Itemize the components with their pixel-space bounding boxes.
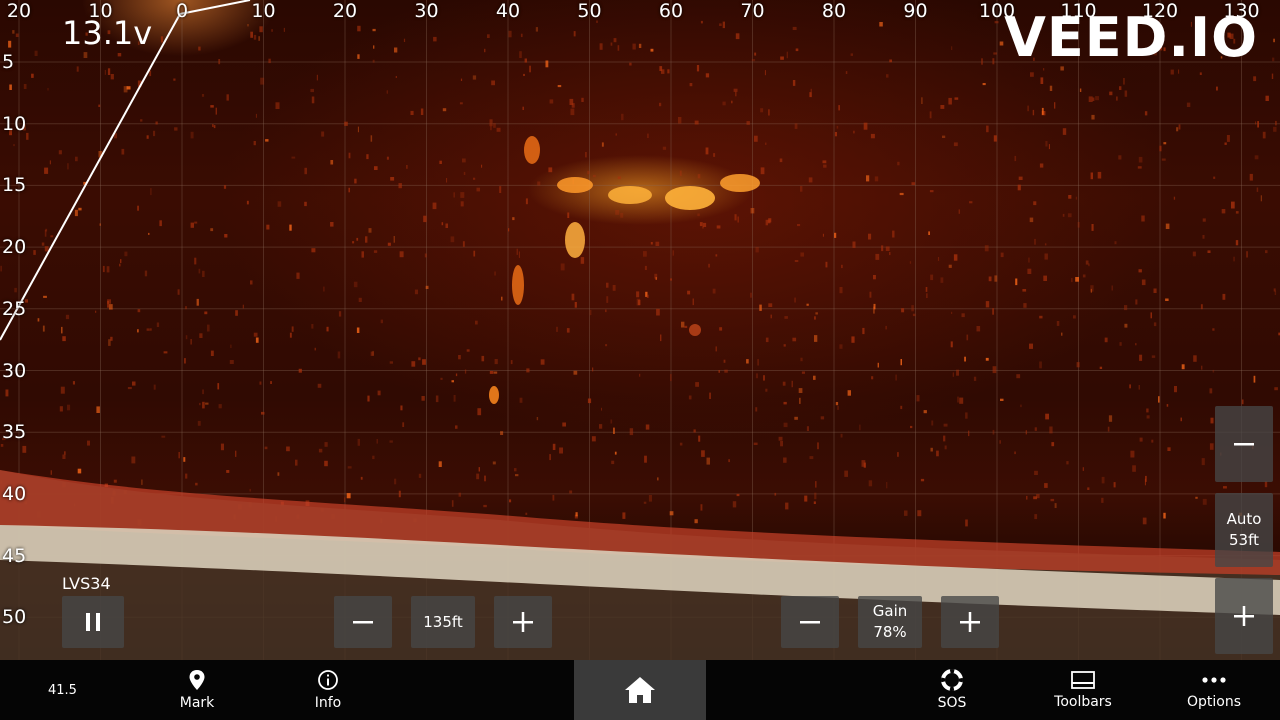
sonar-canvas bbox=[0, 0, 1280, 660]
source-label: LVS34 bbox=[62, 574, 111, 593]
home-icon bbox=[625, 677, 655, 703]
minus-icon bbox=[353, 621, 373, 624]
depth-scale-tick: 50 bbox=[2, 606, 27, 629]
range-increase-button[interactable] bbox=[494, 596, 552, 648]
lifebuoy-icon bbox=[941, 669, 963, 691]
sos-button[interactable]: SOS bbox=[912, 660, 992, 720]
info-label: Info bbox=[314, 695, 342, 711]
gain-value: Gain 78% bbox=[858, 596, 922, 648]
sos-label: SOS bbox=[937, 695, 967, 711]
beam-edge-right bbox=[179, 0, 251, 15]
depth-auto-value: 53ft bbox=[1229, 531, 1259, 549]
top-scale-tick: 20 bbox=[332, 0, 358, 22]
watermark: VEED.IO bbox=[1004, 6, 1258, 69]
depth-scale-tick: 25 bbox=[2, 297, 27, 320]
top-scale-tick: 40 bbox=[495, 0, 521, 22]
range-value: 135ft bbox=[411, 596, 475, 648]
top-scale-tick: 70 bbox=[740, 0, 765, 22]
top-scale-tick: 80 bbox=[821, 0, 847, 22]
top-scale-tick: 20 bbox=[6, 0, 32, 22]
top-scale-tick: 10 bbox=[251, 0, 276, 22]
mark-button[interactable]: Mark bbox=[157, 660, 237, 720]
top-scale-tick: 0 bbox=[175, 0, 189, 22]
toolbars-icon bbox=[1071, 671, 1095, 689]
minus-icon bbox=[800, 621, 820, 624]
depth-zoom-out-button[interactable] bbox=[1215, 406, 1273, 482]
toolbars-button[interactable]: Toolbars bbox=[1043, 660, 1123, 720]
plus-icon bbox=[960, 612, 980, 632]
depth-readout: 41.5 bbox=[48, 683, 77, 698]
gain-label: Gain bbox=[872, 602, 908, 620]
sonar-view[interactable]: 20 10 0 10 20 30 40 50 60 70 80 90 100 110 120 130 5 10 1… bbox=[0, 0, 1280, 660]
toolbars-label: Toolbars bbox=[1054, 694, 1112, 710]
depth-auto-button[interactable]: Auto 53ft bbox=[1215, 493, 1273, 567]
options-button[interactable]: Options bbox=[1174, 660, 1254, 720]
depth-scale-tick: 30 bbox=[2, 359, 27, 382]
depth-scale-tick: 5 bbox=[2, 51, 15, 73]
depth-scale-tick: 10 bbox=[2, 112, 27, 135]
gain-percent: 78% bbox=[873, 623, 907, 641]
top-scale-tick: 60 bbox=[658, 0, 684, 22]
gain-decrease-button[interactable] bbox=[781, 596, 839, 648]
top-scale-tick: 90 bbox=[903, 0, 928, 22]
depth-scale-tick: 20 bbox=[2, 236, 27, 259]
depth-zoom-in-button[interactable] bbox=[1215, 578, 1273, 654]
range-decrease-button[interactable] bbox=[334, 596, 392, 648]
gain-increase-button[interactable] bbox=[941, 596, 999, 648]
minus-icon bbox=[1234, 443, 1254, 446]
plus-icon bbox=[513, 612, 533, 632]
plus-icon bbox=[1234, 606, 1254, 626]
depth-scale-tick: 40 bbox=[2, 482, 27, 505]
pause-button[interactable] bbox=[62, 596, 124, 648]
depth-scale-tick: 15 bbox=[2, 174, 27, 197]
depth-scale-tick: 35 bbox=[2, 421, 27, 444]
sonar-noise bbox=[0, 20, 1280, 527]
mark-label: Mark bbox=[179, 695, 215, 711]
depth-scale-tick: 45 bbox=[2, 544, 27, 567]
info-button[interactable]: Info bbox=[288, 660, 368, 720]
home-button[interactable] bbox=[574, 660, 706, 720]
options-label: Options bbox=[1186, 694, 1242, 710]
bottom-toolbar: Mark Info SOS Toolbars Options bbox=[0, 660, 1280, 720]
beam-edge-left bbox=[0, 13, 181, 341]
top-scale-tick: 50 bbox=[577, 0, 602, 22]
top-scale-tick: 30 bbox=[414, 0, 439, 22]
info-icon bbox=[318, 670, 338, 690]
pin-icon bbox=[189, 670, 205, 690]
voltage-readout: 13.1v bbox=[62, 14, 153, 52]
echo-target bbox=[489, 136, 760, 404]
depth-auto-label: Auto bbox=[1226, 510, 1262, 528]
pause-icon bbox=[86, 613, 100, 631]
more-icon bbox=[1202, 677, 1226, 683]
